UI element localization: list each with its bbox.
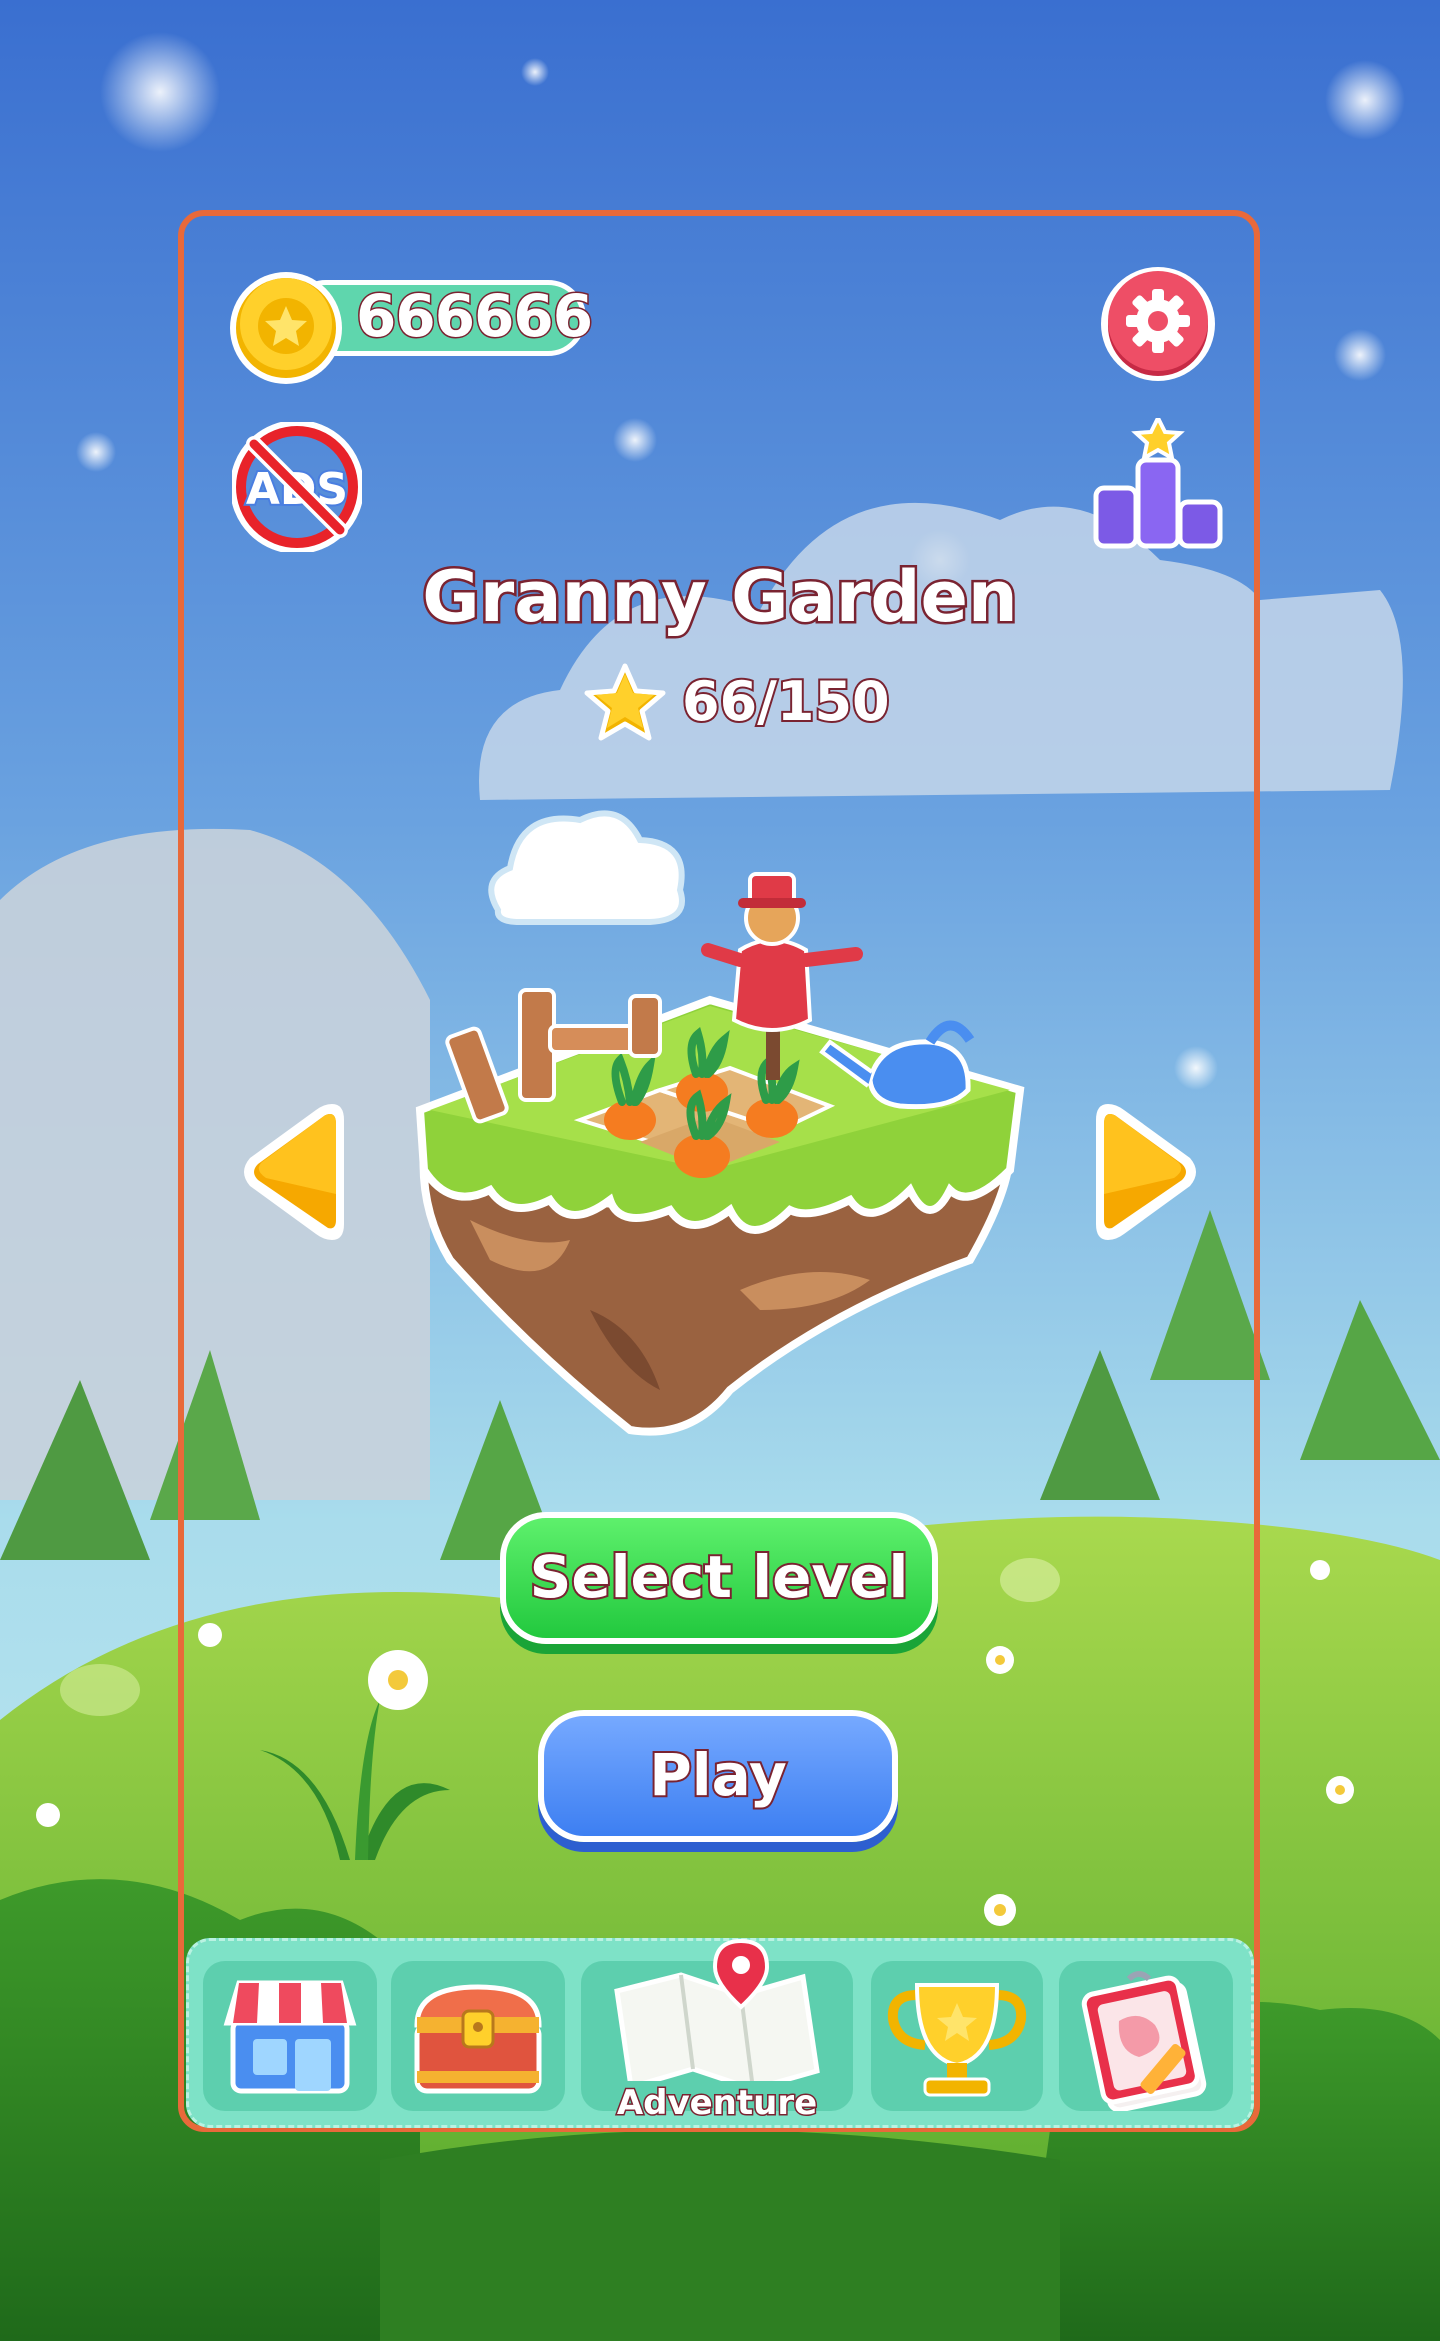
settings-button[interactable] [1098,264,1218,384]
next-level-button[interactable] [1092,1094,1204,1250]
no-ads-button[interactable]: ADS [232,422,362,552]
leaderboard-podium-icon[interactable] [1088,418,1228,554]
star-icon [584,663,666,741]
nav-label-adventure: Adventure [615,2082,818,2125]
treasure-chest-icon [414,1984,542,2094]
trophy-icon [887,1983,1027,2097]
coin-amount: 666666 [354,281,594,352]
level-title: Granny Garden [420,554,1021,641]
garden-island-illustration [415,810,1025,1436]
coin-star-icon [230,272,342,384]
star-count: 66/150 [680,668,892,735]
play-button[interactable]: Play [538,1710,898,1842]
nav-item-trophy[interactable] [871,1961,1043,2111]
star-progress: 66/150 [582,660,892,750]
nav-item-notebook[interactable] [1059,1961,1233,2113]
shop-icon [223,1980,357,2094]
nav-item-shop[interactable] [203,1961,377,2111]
bottom-nav: Adventure [186,1938,1254,2128]
coin-counter: 666666 [228,270,595,384]
nav-item-chest[interactable] [391,1961,565,2111]
map-icon [614,1938,820,2081]
select-level-button[interactable]: Select level [500,1512,938,1644]
previous-level-button[interactable] [236,1094,348,1250]
notebook-icon [1081,1971,1207,2113]
nav-item-adventure[interactable]: Adventure [581,1938,853,2125]
